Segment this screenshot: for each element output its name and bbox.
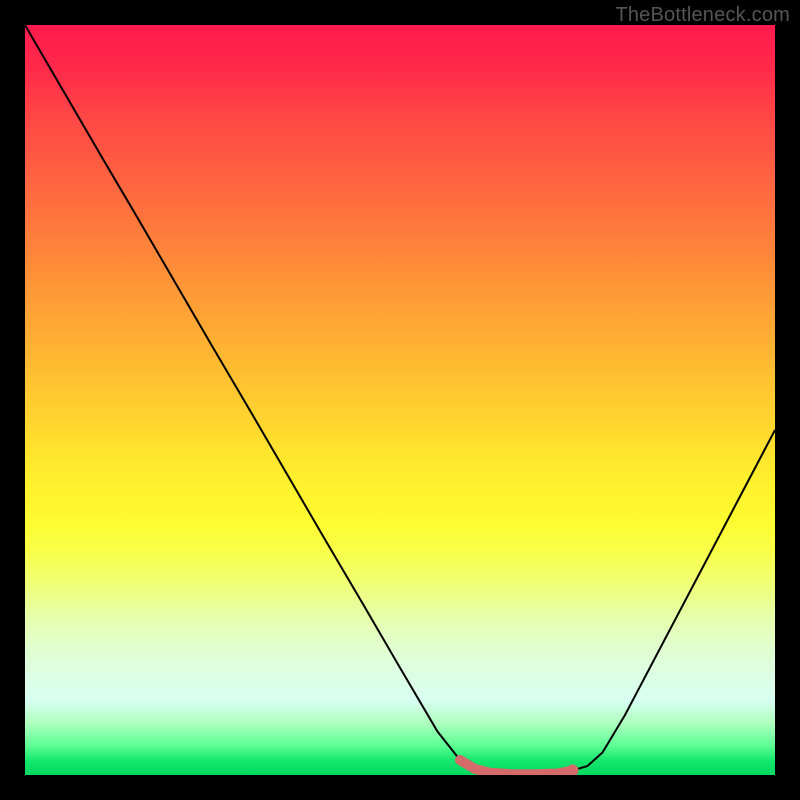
highlight-end-dot xyxy=(567,765,579,776)
bottleneck-curve-path xyxy=(25,25,775,774)
highlight-band-path xyxy=(460,760,573,774)
watermark-text: TheBottleneck.com xyxy=(615,4,790,27)
curve-svg xyxy=(25,25,775,775)
plot-area xyxy=(25,25,775,775)
chart-frame: TheBottleneck.com xyxy=(0,0,800,800)
